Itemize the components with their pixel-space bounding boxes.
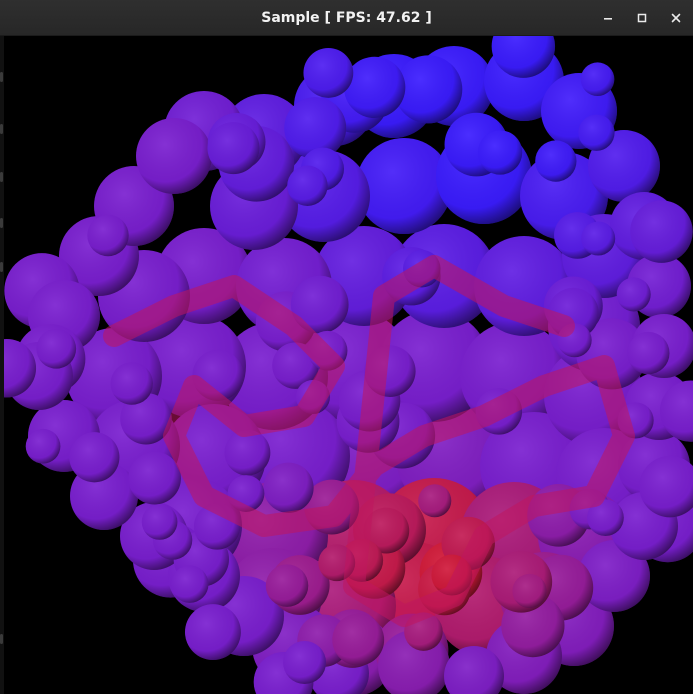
- edge-mark: [0, 262, 3, 272]
- close-button[interactable]: [659, 0, 693, 36]
- app-window: Sample [ FPS: 47.62 ]: [0, 0, 693, 694]
- surface-sphere-shade: [578, 114, 615, 151]
- maximize-button[interactable]: [625, 0, 659, 36]
- surface-sphere-shade: [224, 429, 271, 476]
- surface-sphere-shade: [263, 462, 314, 513]
- surface-sphere-shade: [581, 221, 616, 256]
- surface-sphere-shade: [25, 428, 61, 464]
- surface-sphere-shade: [136, 118, 212, 194]
- maximize-icon: [636, 12, 648, 24]
- surface-sphere-shade: [418, 484, 452, 518]
- surface-sphere-shade: [477, 130, 523, 175]
- surface-sphere-shade: [36, 328, 77, 369]
- surface-sphere-shade: [512, 573, 547, 609]
- molecular-surface-mesh: [4, 36, 693, 694]
- surface-sphere-shade: [265, 564, 309, 607]
- surface-sphere-shade: [87, 214, 129, 257]
- surface-sphere-shade: [207, 122, 260, 175]
- edge-mark: [0, 634, 3, 644]
- surface-sphere-shade: [287, 165, 328, 206]
- window-title: Sample [ FPS: 47.62 ]: [261, 10, 432, 26]
- edge-mark: [0, 72, 3, 82]
- surface-sphere-shade: [343, 56, 406, 119]
- minimize-icon: [602, 12, 614, 24]
- surface-sphere-shade: [535, 140, 577, 182]
- surface-sphere-shade: [580, 62, 615, 96]
- surface-sphere-shade: [627, 331, 670, 375]
- surface-sphere-shade: [332, 613, 385, 666]
- surface-sphere-shade: [69, 432, 120, 483]
- title-bar[interactable]: Sample [ FPS: 47.62 ]: [0, 0, 693, 36]
- surface-sphere-shade: [170, 565, 209, 603]
- surface-sphere-shade: [128, 451, 181, 505]
- surface-sphere-shade: [630, 200, 693, 263]
- window-controls: [591, 0, 693, 36]
- render-viewport[interactable]: [4, 36, 693, 694]
- close-icon: [670, 12, 682, 24]
- surface-blobs: [4, 36, 693, 694]
- surface-sphere-shade: [616, 277, 651, 312]
- surface-sphere-shade: [283, 641, 327, 684]
- edge-mark: [0, 218, 3, 228]
- minimize-button[interactable]: [591, 0, 625, 36]
- surface-sphere-shade: [303, 48, 354, 98]
- edge-mark: [0, 124, 3, 134]
- surface-sphere-shade: [184, 604, 241, 661]
- edge-mark: [0, 172, 3, 182]
- surface-sphere-shade: [141, 504, 178, 540]
- surface-sphere-shade: [110, 362, 153, 405]
